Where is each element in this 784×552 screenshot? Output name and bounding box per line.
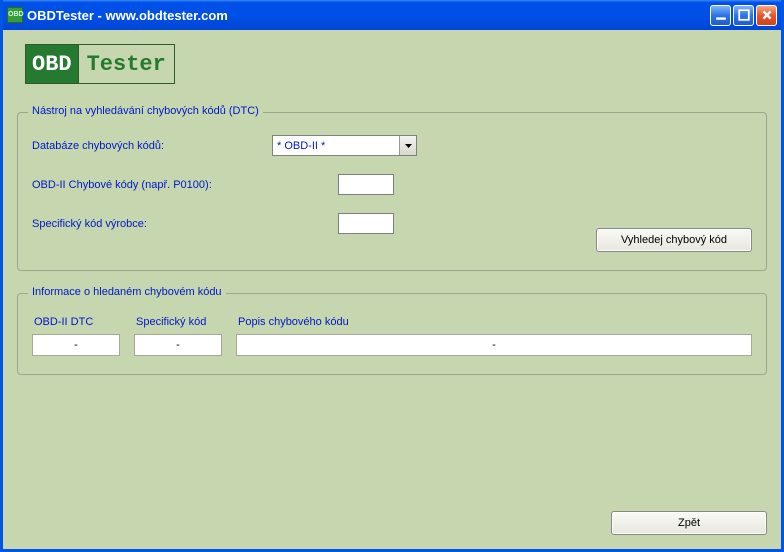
app-logo: OBD Tester: [25, 44, 175, 84]
logo-right: Tester: [78, 45, 174, 83]
col-obd2-dtc-label: OBD-II DTC: [32, 316, 120, 328]
maximize-icon: [738, 9, 750, 21]
app-icon: OBD: [7, 7, 23, 23]
maximize-button[interactable]: [733, 5, 754, 26]
col-description-value: -: [236, 334, 752, 356]
dtc-search-legend: Nástroj na vyhledávání chybových kódů (D…: [28, 105, 263, 117]
col-obd2-dtc: OBD-II DTC -: [32, 316, 120, 356]
client-area: OBD Tester Nástroj na vyhledávání chybov…: [3, 30, 781, 549]
specific-code-input[interactable]: [338, 213, 394, 234]
window-title: OBDTester - www.obdtester.com: [27, 8, 710, 23]
minimize-button[interactable]: [710, 5, 731, 26]
logo-left: OBD: [26, 45, 78, 83]
label-database: Databáze chybových kódů:: [32, 140, 272, 152]
label-obd2-code: OBD-II Chybové kódy (např. P0100):: [32, 179, 272, 191]
dtc-info-group: Informace o hledaném chybovém kódu OBD-I…: [17, 293, 767, 375]
database-combo[interactable]: * OBD-II *: [272, 135, 417, 156]
dtc-search-group: Nástroj na vyhledávání chybových kódů (D…: [17, 112, 767, 271]
close-icon: [761, 9, 773, 21]
col-specific-label: Specifický kód: [134, 316, 222, 328]
obd2-code-input[interactable]: [338, 174, 394, 195]
col-description-label: Popis chybového kódu: [236, 316, 752, 328]
col-obd2-dtc-value: -: [32, 334, 120, 356]
label-specific-code: Specifický kód výrobce:: [32, 218, 272, 230]
dtc-info-legend: Informace o hledaném chybovém kódu: [28, 286, 226, 298]
col-specific-value: -: [134, 334, 222, 356]
window-controls: [710, 5, 777, 26]
lookup-button[interactable]: Vyhledej chybový kód: [596, 228, 752, 252]
database-combo-value: * OBD-II *: [273, 140, 399, 152]
app-window: OBD OBDTester - www.obdtester.com OBD Te…: [0, 0, 784, 552]
col-description: Popis chybového kódu -: [236, 316, 752, 356]
back-button[interactable]: Zpět: [611, 511, 767, 535]
close-button[interactable]: [756, 5, 777, 26]
chevron-down-icon[interactable]: [399, 136, 416, 155]
titlebar[interactable]: OBD OBDTester - www.obdtester.com: [3, 0, 781, 30]
col-specific: Specifický kód -: [134, 316, 222, 356]
minimize-icon: [715, 9, 727, 21]
